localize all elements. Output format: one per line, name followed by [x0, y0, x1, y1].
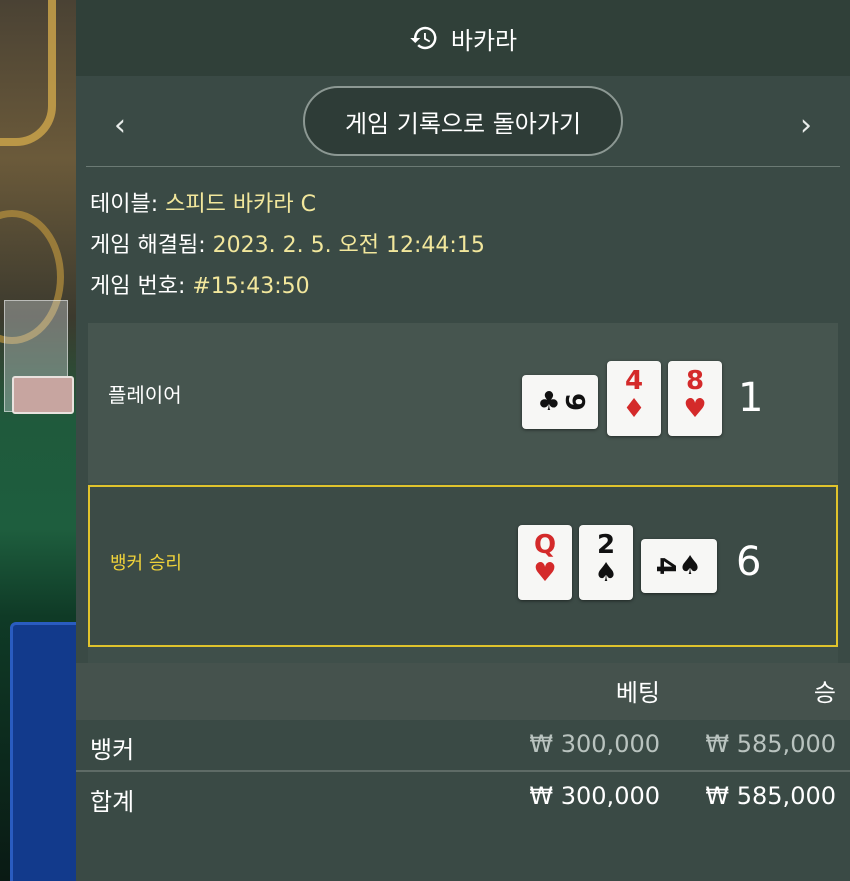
player-label: 플레이어 [108, 383, 182, 407]
player-score: 1 [738, 375, 764, 421]
decor-ornament [0, 0, 56, 146]
table-row: 뱅커 ₩ 300,000 ₩ 585,000 [76, 720, 850, 772]
chevron-left-icon[interactable]: ‹ [100, 106, 140, 146]
playing-card: 8 ♥ [668, 361, 722, 436]
playing-card: ♣ 9 [522, 375, 598, 429]
divider [86, 166, 840, 167]
win-column-header: 승 [813, 679, 836, 707]
chevron-right-icon[interactable]: › [786, 106, 826, 146]
table-header: 베팅 승 [76, 663, 850, 720]
hand-results: 플레이어 ♣ 9 4 ♦ 8 ♥ 1 뱅커 승리 Q ♥ 2 ♠ 4 ♠ 6 [88, 323, 838, 663]
panel-header: 바카라 [76, 0, 850, 76]
history-navigation: ‹ 게임 기록으로 돌아가기 › [76, 76, 850, 168]
playing-card: Q ♥ [518, 525, 572, 600]
game-background [0, 0, 76, 881]
game-number-info: 게임 번호: #15:43:50 [90, 274, 310, 299]
resolved-info: 게임 해결됨: 2023. 2. 5. 오전 12:44:15 [90, 233, 485, 258]
bet-table: 베팅 승 뱅커 ₩ 300,000 ₩ 585,000 합계 ₩ 300,000… [76, 663, 850, 822]
playing-card: 4 ♦ [607, 361, 661, 436]
game-history-panel: 바카라 ‹ 게임 기록으로 돌아가기 › 테이블: 스피드 바카라 C 게임 해… [76, 0, 850, 881]
game-info: 테이블: 스피드 바카라 C 게임 해결됨: 2023. 2. 5. 오전 12… [90, 184, 485, 307]
banker-win-label: 뱅커 승리 [110, 553, 182, 574]
playing-card: 2 ♠ [579, 525, 633, 600]
card-deck [12, 376, 74, 414]
player-hand-row: 플레이어 ♣ 9 4 ♦ 8 ♥ 1 [88, 323, 838, 483]
total-row: 합계 ₩ 300,000 ₩ 585,000 [90, 782, 836, 816]
betting-spot [10, 622, 76, 881]
playing-card: 4 ♠ [641, 539, 717, 593]
banker-score: 6 [736, 539, 762, 585]
panel-title: 바카라 [450, 26, 518, 55]
bet-column-header: 베팅 [615, 679, 660, 707]
history-icon [410, 26, 437, 50]
table-info: 테이블: 스피드 바카라 C [90, 192, 316, 217]
banker-hand-row: 뱅커 승리 Q ♥ 2 ♠ 4 ♠ 6 [88, 485, 838, 647]
back-to-history-button[interactable]: 게임 기록으로 돌아가기 [303, 86, 623, 156]
